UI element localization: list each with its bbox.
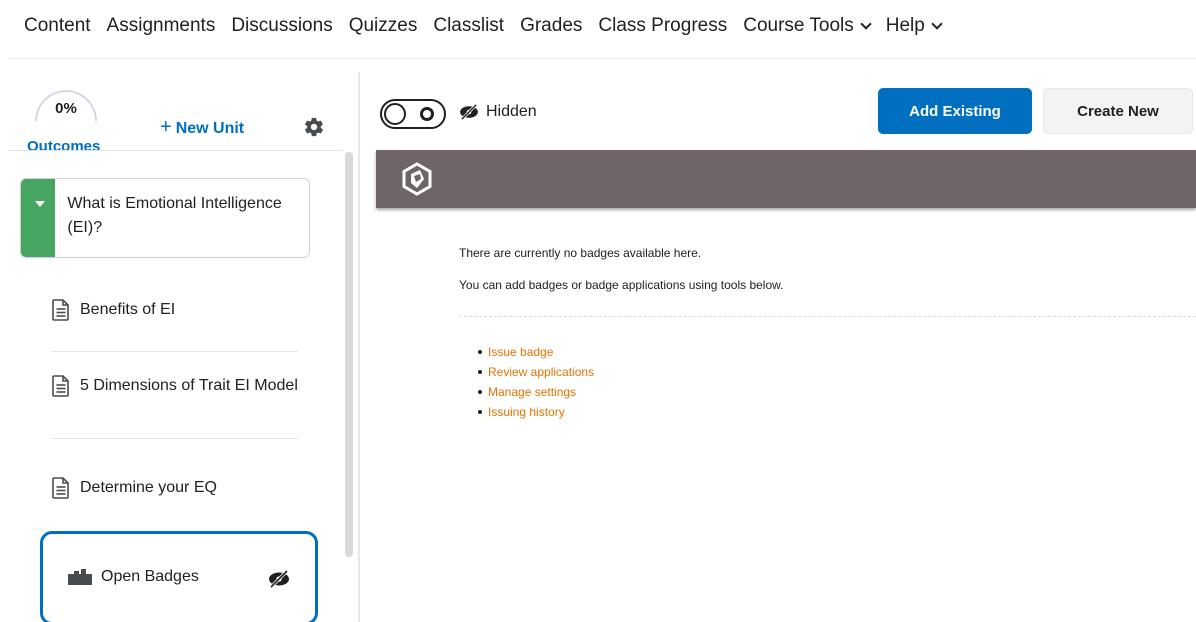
bullet-icon	[478, 390, 482, 394]
issuing-history-link[interactable]: Issuing history	[488, 402, 565, 422]
nav-classlist[interactable]: Classlist	[433, 15, 504, 37]
list-item: Issue badge	[478, 342, 594, 362]
nav-content[interactable]: Content	[24, 15, 91, 37]
course-navbar: Content Assignments Discussions Quizzes …	[0, 0, 1196, 52]
topic-label: Determine your EQ	[80, 479, 217, 496]
badge-tools-list: Issue badge Review applications Manage s…	[478, 342, 594, 422]
new-unit-label: New Unit	[175, 119, 245, 137]
visibility-toggle[interactable]	[380, 99, 446, 129]
bullet-icon	[478, 350, 482, 354]
empty-state-message: There are currently no badges available …	[459, 246, 702, 260]
review-applications-link[interactable]: Review applications	[488, 362, 594, 382]
toggle-knob	[384, 103, 406, 125]
nav-assignments[interactable]: Assignments	[107, 15, 216, 37]
nav-quizzes[interactable]: Quizzes	[349, 15, 418, 37]
panel-divider	[8, 150, 343, 151]
manage-settings-link[interactable]: Manage settings	[488, 382, 576, 402]
chevron-down-icon	[860, 18, 872, 30]
document-icon	[52, 299, 69, 321]
document-icon	[52, 477, 69, 499]
list-item: Manage settings	[478, 382, 594, 402]
nav-discussions[interactable]: Discussions	[231, 15, 332, 37]
content-divider	[459, 316, 1196, 317]
unit-title: What is Emotional Intelligence (EI)?	[67, 195, 282, 236]
topic-item[interactable]: Benefits of EI	[52, 298, 298, 322]
unit-collapse-toggle[interactable]	[21, 179, 56, 257]
issue-badge-link[interactable]: Issue badge	[488, 342, 553, 362]
panel-scrollbar[interactable]	[345, 152, 353, 557]
nav-course-tools-label: Course Tools	[743, 15, 854, 36]
badges-banner	[376, 150, 1196, 208]
outcomes-percent: 0%	[55, 100, 77, 117]
badge-icon	[68, 569, 92, 585]
visibility-status: Hidden	[458, 103, 537, 121]
document-icon	[52, 375, 69, 397]
hidden-eye-icon	[460, 104, 478, 120]
unit-card[interactable]: What is Emotional Intelligence (EI)?	[20, 178, 310, 258]
topic-label: Benefits of EI	[80, 301, 176, 318]
selected-topic-content: Open Badges	[67, 568, 199, 586]
bullet-icon	[478, 370, 482, 374]
topic-item[interactable]: Determine your EQ	[52, 476, 298, 500]
outcomes-label: Outcomes	[27, 138, 101, 155]
topic-divider	[52, 438, 298, 439]
navbar-divider	[8, 58, 1196, 59]
selected-topic-label: Open Badges	[101, 568, 199, 585]
caret-down-icon	[35, 201, 45, 207]
nav-class-progress[interactable]: Class Progress	[598, 15, 727, 37]
list-item: Review applications	[478, 362, 594, 382]
plus-icon: +	[160, 116, 172, 138]
selected-topic-open-badges[interactable]: Open Badges	[40, 531, 318, 622]
topic-item[interactable]: 5 Dimensions of Trait EI Model	[52, 374, 298, 398]
list-item: Issuing history	[478, 402, 594, 422]
topic-divider	[52, 351, 298, 352]
panel-splitter[interactable]	[358, 72, 360, 622]
badge-tool-logo-icon	[402, 162, 432, 196]
add-existing-button[interactable]: Add Existing	[878, 88, 1032, 134]
table-of-contents-panel: 0% Outcomes + New Unit What is Emotional…	[0, 72, 358, 622]
bullet-icon	[478, 410, 482, 414]
new-unit-button[interactable]: + New Unit	[160, 116, 245, 139]
create-new-button[interactable]: Create New	[1043, 88, 1193, 134]
gear-icon[interactable]	[303, 116, 325, 138]
topic-label: 5 Dimensions of Trait EI Model	[80, 377, 298, 394]
chevron-down-icon	[931, 18, 943, 30]
nav-grades[interactable]: Grades	[520, 15, 582, 37]
outcomes-progress[interactable]: 0% Outcomes	[27, 90, 107, 155]
empty-state-hint: You can add badges or badge applications…	[459, 278, 784, 292]
nav-course-tools[interactable]: Course Tools	[743, 15, 872, 37]
nav-help-label: Help	[885, 15, 925, 36]
visibility-label: Hidden	[486, 103, 537, 120]
hidden-eye-icon	[269, 570, 289, 588]
toggle-state-icon	[420, 107, 434, 121]
nav-help[interactable]: Help	[885, 15, 943, 37]
